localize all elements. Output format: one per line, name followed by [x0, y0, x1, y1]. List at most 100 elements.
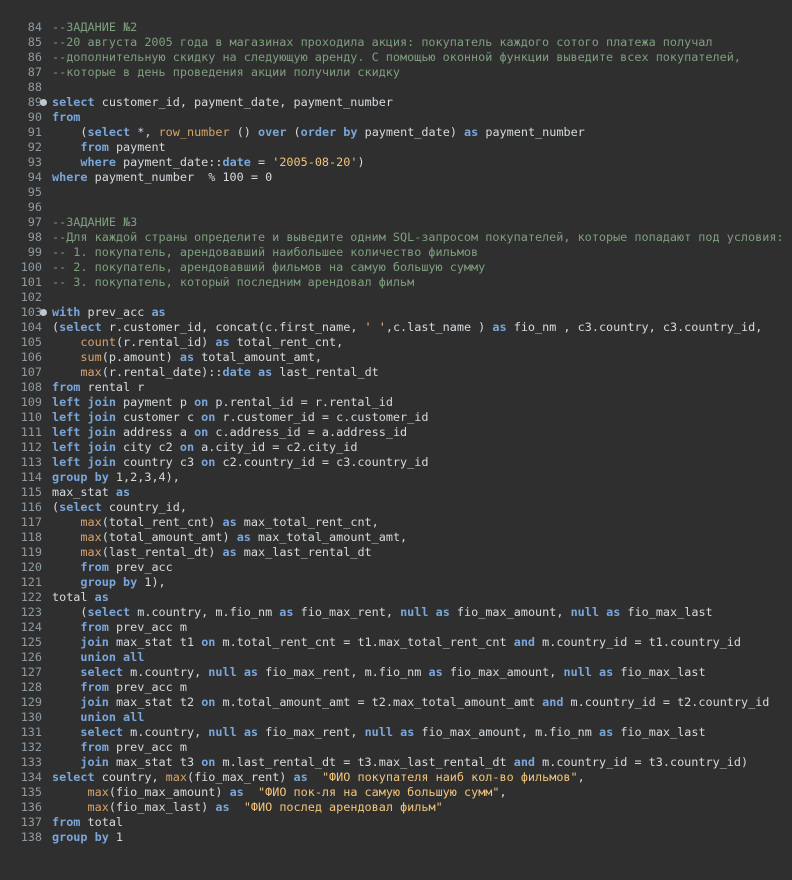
code-line[interactable]: 129 join max_stat t2 on m.total_amount_a… — [0, 695, 792, 710]
code-line[interactable]: 100 -- 2. покупатель, арендовавший фильмо… — [0, 260, 792, 275]
code-token: on — [194, 395, 209, 409]
code-text: join max_stat t1 on m.total_rent_cnt = t… — [52, 635, 741, 650]
code-line[interactable]: 118 max(total_amount_amt) as max_total_a… — [0, 530, 792, 545]
code-line[interactable]: 113 left join country c3 on c2.country_id… — [0, 455, 792, 470]
code-line[interactable]: 132 from prev_acc m — [0, 740, 792, 755]
code-text: group by 1), — [52, 575, 165, 590]
code-line[interactable]: 112 left join city c2 on a.city_id = c2.c… — [0, 440, 792, 455]
code-line[interactable]: 94 where payment_number % 100 = 0 — [0, 170, 792, 185]
code-line[interactable]: 104 (select r.customer_id, concat(c.first… — [0, 320, 792, 335]
code-token: join — [80, 635, 109, 649]
fold-marker-icon[interactable] — [40, 99, 47, 106]
code-line[interactable]: 133 join max_stat t3 on m.last_rental_dt… — [0, 755, 792, 770]
code-line[interactable]: 84 --ЗАДАНИЕ №2 — [0, 20, 792, 35]
code-line[interactable]: 111 left join address a on c.address_id =… — [0, 425, 792, 440]
code-line[interactable]: 106 sum(p.amount) as total_amount_amt, — [0, 350, 792, 365]
code-line[interactable]: 121 group by 1), — [0, 575, 792, 590]
code-line[interactable]: 92 from payment — [0, 140, 792, 155]
code-token: as — [492, 320, 507, 334]
code-token: = — [250, 155, 273, 169]
code-token: count — [80, 335, 116, 349]
code-line[interactable]: 123 (select m.country, m.fio_nm as fio_m… — [0, 605, 792, 620]
code-line[interactable]: 120 from prev_acc — [0, 560, 792, 575]
code-line[interactable]: 103 with prev_acc as — [0, 305, 792, 320]
code-line[interactable]: 85 --20 августа 2005 года в магазинах про… — [0, 35, 792, 50]
code-token: max — [80, 365, 102, 379]
code-line[interactable]: 119 max(last_rental_dt) as max_last_rent… — [0, 545, 792, 560]
code-line[interactable]: 126 union all — [0, 650, 792, 665]
code-line[interactable]: 97 --ЗАДАНИЕ №3 — [0, 215, 792, 230]
line-number: 106 — [20, 350, 42, 364]
code-line[interactable]: 101 -- 3. покупатель, который последним а… — [0, 275, 792, 290]
code-line[interactable]: 87 --которые в день проведения акции полу… — [0, 65, 792, 80]
code-line[interactable]: 99 -- 1. покупатель, арендовавший наиболь… — [0, 245, 792, 260]
code-token: as — [435, 605, 450, 619]
code-line[interactable]: 96 — [0, 200, 792, 215]
code-line[interactable]: 108 from rental r — [0, 380, 792, 395]
code-line[interactable]: 116 (select country_id, — [0, 500, 792, 515]
code-line[interactable]: 91 (select *, row_number () over (order … — [0, 125, 792, 140]
code-token: prev_acc m — [108, 620, 187, 634]
code-line[interactable]: 98 --Для каждой страны определите и вывед… — [0, 230, 792, 245]
code-line[interactable]: 90 from — [0, 110, 792, 125]
code-token: as — [243, 665, 259, 679]
code-line[interactable]: 124 from prev_acc m — [0, 620, 792, 635]
code-line[interactable]: 117 max(total_rent_cnt) as max_total_ren… — [0, 515, 792, 530]
code-token: max — [80, 530, 102, 544]
line-number: 135 — [20, 785, 42, 799]
code-token: payment_date) — [357, 125, 465, 139]
line-number: 138 — [20, 830, 42, 844]
line-number: 121 — [20, 575, 42, 589]
code-token: max — [87, 800, 109, 814]
code-token: max_total_rent_cnt, — [236, 515, 379, 529]
code-token: ( — [52, 605, 88, 619]
line-number: 93 — [27, 155, 42, 169]
code-token: join — [80, 695, 109, 709]
code-line[interactable]: 136 max(fio_max_last) as "ФИО послед аре… — [0, 800, 792, 815]
code-line[interactable]: 89 select customer_id, payment_date, paym… — [0, 95, 792, 110]
code-token: as — [400, 725, 415, 739]
code-line[interactable]: 102 — [0, 290, 792, 305]
code-line[interactable]: 107 max(r.rental_date)::date as last_ren… — [0, 365, 792, 380]
code-line[interactable]: 109 left join payment p on p.rental_id = … — [0, 395, 792, 410]
code-line[interactable]: 105 count(r.rental_id) as total_rent_cnt… — [0, 335, 792, 350]
code-token: address a — [115, 425, 195, 439]
code-line[interactable]: 127 select m.country, null as fio_max_re… — [0, 665, 792, 680]
line-number: 98 — [27, 230, 42, 244]
code-line[interactable]: 93 where payment_date::date = '2005-08-2… — [0, 155, 792, 170]
code-line[interactable]: 131 select m.country, null as fio_max_re… — [0, 725, 792, 740]
code-token: 1,2,3,4), — [108, 470, 180, 484]
code-token: select — [80, 665, 124, 679]
code-line[interactable]: 95 — [0, 185, 792, 200]
sql-code-editor[interactable]: 84 --ЗАДАНИЕ №2 85 --20 августа 2005 года в… — [0, 0, 792, 880]
code-text: from prev_acc — [52, 560, 172, 575]
code-text: from prev_acc m — [52, 680, 187, 695]
fold-marker-icon[interactable] — [40, 309, 47, 316]
code-line[interactable]: 110 left join customer c on r.customer_id… — [0, 410, 792, 425]
code-token: 1 — [108, 830, 124, 844]
code-text: from prev_acc m — [52, 620, 187, 635]
code-line[interactable]: 135 max(fio_max_amount) as "ФИО пок-ля н… — [0, 785, 792, 800]
code-line[interactable]: 114 group by 1,2,3,4), — [0, 470, 792, 485]
code-line[interactable]: 134 select country, max(fio_max_rent) as … — [0, 770, 792, 785]
code-token: date — [222, 365, 251, 379]
code-line[interactable]: 86 --дополнительную скидку на следующую а… — [0, 50, 792, 65]
code-line[interactable]: 137 from total — [0, 815, 792, 830]
line-number: 129 — [20, 695, 42, 709]
code-line[interactable]: 125 join max_stat t1 on m.total_rent_cnt… — [0, 635, 792, 650]
code-token: fio_max_rent, m.fio_nm — [258, 665, 429, 679]
code-token: country c3 — [115, 455, 202, 469]
code-line[interactable]: 115 max_stat as — [0, 485, 792, 500]
code-text: (select *, row_number () over (order by … — [52, 125, 584, 140]
code-line[interactable]: 122 total as — [0, 590, 792, 605]
code-line[interactable]: 88 — [0, 80, 792, 95]
code-line[interactable]: 138 group by 1 — [0, 830, 792, 845]
line-number: 107 — [20, 365, 42, 379]
code-token: max — [80, 545, 102, 559]
code-line[interactable]: 130 union all — [0, 710, 792, 725]
code-line[interactable]: 128 from prev_acc m — [0, 680, 792, 695]
